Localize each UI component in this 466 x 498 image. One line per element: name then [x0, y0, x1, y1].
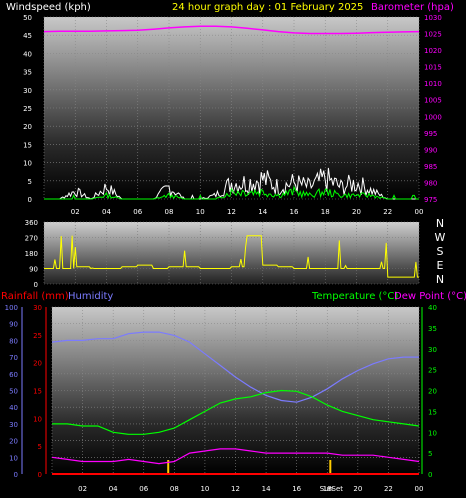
direction-tick-label: 0	[34, 281, 38, 289]
temperature-tick-label: 5	[428, 450, 432, 458]
x-tick-label: 20	[352, 208, 361, 216]
rain-tick-label: 30	[33, 304, 42, 312]
x-tick-label: 22	[383, 208, 392, 216]
temperature-axis-label: Temperature (°C)	[311, 291, 398, 302]
rain-tick-label: 15	[33, 388, 42, 396]
dewpoint-axis-label: Dew Point (°C)	[394, 291, 466, 302]
x-tick-label: 02	[78, 485, 87, 493]
x-tick-label: 12	[227, 208, 236, 216]
temperature-tick-label: 0	[428, 471, 432, 479]
rain-tick-label: 25	[33, 332, 42, 340]
direction-tick-label: 90	[29, 266, 38, 274]
wind-tick-label: 15	[23, 141, 32, 149]
x-tick-label: 08	[165, 208, 174, 216]
x-tick-label: 02	[71, 208, 80, 216]
x-tick-label: 16	[290, 208, 299, 216]
x-tick-label: 04	[109, 485, 118, 493]
barometer-tick-label: 1025	[424, 31, 442, 39]
rain-tick-label: 5	[38, 443, 42, 451]
wind-tick-label: 10	[23, 160, 32, 168]
barometer-tick-label: 1020	[424, 47, 442, 55]
humidity-tick-label: 10	[9, 454, 18, 462]
direction-tick-label: 360	[25, 219, 38, 227]
x-tick-label: 00	[415, 208, 424, 216]
temperature-tick-label: 20	[428, 388, 437, 396]
humidity-tick-label: 100	[5, 304, 18, 312]
x-tick-label: 20	[353, 485, 362, 493]
x-tick-label: 16	[292, 485, 301, 493]
chart-title: 24 hour graph day : 01 February 2025	[172, 2, 363, 13]
barometer-tick-label: 985	[424, 163, 437, 171]
wind-tick-label: 40	[23, 50, 32, 58]
x-tick-label: 08	[170, 485, 179, 493]
temperature-tick-label: 10	[428, 429, 437, 437]
rain-tick-label: 10	[33, 415, 42, 423]
humidity-tick-label: 80	[9, 337, 18, 345]
temperature-tick-label: 35	[428, 325, 437, 333]
wind-tick-label: 45	[23, 32, 32, 40]
x-tick-label: 14	[262, 485, 271, 493]
barometer-tick-label: 995	[424, 130, 437, 138]
direction-tick-label: 270	[25, 235, 38, 243]
wind-tick-label: 20	[23, 123, 32, 131]
barometer-tick-label: 1015	[424, 64, 442, 72]
wind-tick-label: 25	[23, 105, 32, 113]
barometer-tick-label: 980	[424, 179, 437, 187]
compass-label: W	[435, 231, 446, 244]
x-tick-label: 18	[321, 208, 330, 216]
direction-tick-label: 180	[25, 250, 38, 258]
barometer-tick-label: 1005	[424, 97, 442, 105]
humidity-tick-label: 60	[9, 371, 18, 379]
wind-tick-label: 5	[28, 178, 32, 186]
set-label: Set	[332, 485, 344, 493]
humidity-axis-label: Humidity	[68, 291, 113, 302]
wind-tick-label: 30	[23, 87, 32, 95]
rainfall-axis-label: Rainfall (mm)	[1, 291, 69, 302]
humidity-tick-label: 50	[9, 388, 18, 396]
compass-label: S	[437, 245, 444, 258]
humidity-tick-label: 70	[9, 354, 18, 362]
barometer-tick-label: 1000	[424, 113, 442, 121]
compass-label: N	[436, 273, 444, 286]
humidity-tick-label: 40	[9, 404, 18, 412]
wind-tick-label: 35	[23, 69, 32, 77]
barometer-tick-label: 1030	[424, 14, 442, 22]
x-tick-label: 14	[258, 208, 267, 216]
x-tick-label: 10	[196, 208, 205, 216]
barometer-tick-label: 990	[424, 146, 437, 154]
humidity-tick-label: 20	[9, 438, 18, 446]
wind-tick-label: 50	[23, 14, 32, 22]
rain-tick-label: 20	[33, 360, 42, 368]
humidity-tick-label: 30	[9, 421, 18, 429]
wind-tick-label: 0	[28, 196, 32, 204]
rain-tick-label: 0	[38, 471, 42, 479]
barometer-tick-label: 975	[424, 196, 437, 204]
barometer-tick-label: 1010	[424, 80, 442, 88]
x-tick-label: 06	[139, 485, 148, 493]
temperature-tick-label: 15	[428, 408, 437, 416]
x-tick-label: 22	[384, 485, 393, 493]
temperature-tick-label: 25	[428, 367, 437, 375]
compass-label: N	[436, 217, 444, 230]
x-tick-label: 00	[415, 485, 424, 493]
x-tick-label: 04	[102, 208, 111, 216]
compass-label: E	[437, 259, 444, 272]
humidity-tick-label: 90	[9, 321, 18, 329]
x-tick-label: 06	[133, 208, 142, 216]
humidity-tick-label: 0	[14, 471, 18, 479]
temperature-tick-label: 40	[428, 304, 437, 312]
weather-chart: Windspeed (kph) 24 hour graph day : 01 F…	[1, 2, 466, 493]
temperature-tick-label: 30	[428, 346, 437, 354]
barometer-axis-label: Barometer (hpa)	[371, 2, 454, 13]
x-tick-label: 10	[200, 485, 209, 493]
x-tick-label: 12	[231, 485, 240, 493]
wind-axis-label: Windspeed (kph)	[6, 2, 91, 13]
